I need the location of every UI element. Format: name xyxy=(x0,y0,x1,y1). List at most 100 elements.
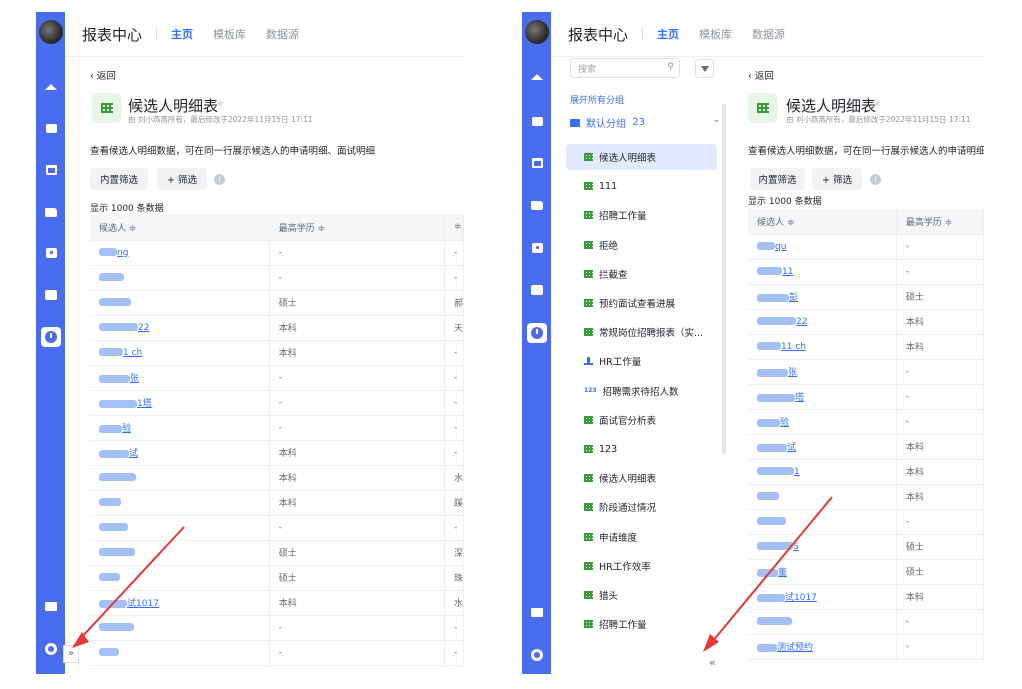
table-row[interactable]: 董硕士 xyxy=(748,559,984,585)
col-third[interactable]: ≑ xyxy=(444,215,464,241)
candidate-name[interactable] xyxy=(90,265,270,291)
tree-item[interactable]: 拦截查 xyxy=(566,261,717,287)
col-education[interactable]: 最高学历 ≑ xyxy=(896,209,984,235)
tree-item[interactable]: 招聘工作量 xyxy=(566,611,717,637)
tree-item[interactable]: HR工作效率 xyxy=(566,553,717,579)
table-row[interactable]: 验- xyxy=(748,409,984,435)
candidate-name[interactable]: 试1017 xyxy=(748,584,897,610)
candidate-name[interactable] xyxy=(90,565,270,591)
tree-item[interactable]: 招聘工作量 xyxy=(566,202,717,228)
table-row[interactable]: 本科水 xyxy=(90,465,464,491)
people-icon[interactable] xyxy=(41,118,61,138)
col-education[interactable]: 最高学历 ≑ xyxy=(269,215,445,241)
tree-item[interactable]: 111 xyxy=(566,173,717,199)
candidate-name[interactable]: 试 xyxy=(748,434,897,460)
table-row[interactable]: 本科 xyxy=(748,484,984,510)
candidate-name[interactable]: ng xyxy=(90,240,270,266)
tree-item[interactable]: 预约面试查看进展 xyxy=(566,290,717,316)
avatar[interactable] xyxy=(525,20,549,44)
star-icon[interactable]: ★ xyxy=(215,97,225,110)
home-icon[interactable] xyxy=(41,77,61,97)
expand-sidebar-button[interactable]: » xyxy=(63,645,79,663)
filter-button[interactable] xyxy=(695,59,714,78)
settings-icon[interactable] xyxy=(41,639,61,659)
candidate-name[interactable]: 11 ch xyxy=(748,334,897,360)
candidate-name[interactable]: 1塔 xyxy=(90,390,270,416)
table-row[interactable]: 硕士珠 xyxy=(90,565,464,591)
tree-item[interactable]: 候选人明细表 xyxy=(566,465,717,491)
tree-item[interactable]: 猎头 xyxy=(566,582,717,608)
candidate-name[interactable]: 1 ch xyxy=(90,340,270,366)
tree-item[interactable]: 123 招聘需求待招人数 xyxy=(566,378,717,404)
table-row[interactable]: -- xyxy=(90,615,464,641)
calendar-icon[interactable] xyxy=(41,160,61,180)
candidate-name[interactable]: 22 xyxy=(748,309,897,335)
avatar[interactable] xyxy=(39,20,63,44)
info-icon[interactable]: i xyxy=(870,174,881,185)
candidate-name[interactable]: 测试预约 xyxy=(748,634,897,660)
table-row[interactable]: ng - - xyxy=(90,240,464,266)
table-row[interactable]: -- xyxy=(90,265,464,291)
table-row[interactable]: - xyxy=(748,509,984,535)
star-icon[interactable]: ★ xyxy=(872,97,882,110)
tree-item[interactable]: 阶段通过情况 xyxy=(566,494,717,520)
candidate-name[interactable]: qu xyxy=(748,234,897,260)
candidate-name[interactable] xyxy=(90,490,270,516)
monitor-icon[interactable] xyxy=(41,596,61,616)
candidate-name[interactable]: 塔 xyxy=(748,384,897,410)
candidate-name[interactable]: 11 xyxy=(748,259,897,285)
tree-item[interactable]: 候选人明细表 xyxy=(566,144,717,170)
table-row[interactable]: 塔- xyxy=(748,384,984,410)
col-candidate[interactable]: 候选人 ≑ xyxy=(90,215,270,241)
candidate-name[interactable]: S xyxy=(748,534,897,560)
candidate-name[interactable] xyxy=(748,484,897,510)
tab-home[interactable]: 主页 xyxy=(657,26,679,42)
add-filter-button[interactable]: + 筛选 xyxy=(812,168,862,190)
tab-templates[interactable]: 模板库 xyxy=(699,26,732,42)
monitor-icon[interactable] xyxy=(527,602,547,622)
table-row[interactable]: 试1017 本科水 xyxy=(90,590,464,616)
table-row[interactable]: qu - xyxy=(748,234,984,260)
tab-datasource[interactable]: 数据源 xyxy=(752,26,785,42)
tab-templates[interactable]: 模板库 xyxy=(213,26,246,42)
table-row[interactable]: 本科蹊 xyxy=(90,490,464,516)
candidate-name[interactable] xyxy=(90,640,270,666)
back-link[interactable]: ‹ 返回 xyxy=(748,68,774,82)
search-input[interactable]: 搜索 ⚲ xyxy=(570,58,680,78)
candidate-name[interactable] xyxy=(90,540,270,566)
table-row[interactable]: 测试预约 - xyxy=(748,634,984,660)
inner-filter-button[interactable]: 内置筛选 xyxy=(750,168,805,190)
table-row[interactable]: 1塔 - - xyxy=(90,390,464,416)
candidate-name[interactable]: 22 xyxy=(90,315,270,341)
table-row[interactable]: 试本科 - xyxy=(90,440,464,466)
table-row[interactable]: 试1017 本科 xyxy=(748,584,984,610)
people-icon[interactable] xyxy=(527,111,547,131)
id-card-icon[interactable] xyxy=(41,285,61,305)
report-clock-icon[interactable] xyxy=(527,323,547,343)
table-row[interactable]: 硕士深 xyxy=(90,540,464,566)
tree-item[interactable]: 拒绝 xyxy=(566,232,717,258)
sidebar-scrollbar[interactable] xyxy=(722,104,726,454)
id-card-icon[interactable] xyxy=(527,280,547,300)
table-row[interactable]: 11 ch 本科 xyxy=(748,334,984,360)
table-row[interactable]: 11- xyxy=(748,259,984,285)
home-icon[interactable] xyxy=(527,67,547,87)
candidate-name[interactable] xyxy=(748,509,897,535)
candidate-name[interactable]: 试 xyxy=(90,440,270,466)
tree-item[interactable]: 123 xyxy=(566,436,717,462)
table-row[interactable]: 1 ch 本科 - xyxy=(90,340,464,366)
tab-home[interactable]: 主页 xyxy=(171,26,193,42)
expand-all-groups[interactable]: 展开所有分组 xyxy=(570,93,624,106)
col-candidate[interactable]: 候选人 ≑ xyxy=(748,209,897,235)
settings-icon[interactable] xyxy=(527,645,547,665)
table-row[interactable]: 22 本科天 xyxy=(90,315,464,341)
candidate-name[interactable] xyxy=(748,609,897,635)
table-row[interactable]: -- xyxy=(90,515,464,541)
candidate-name[interactable]: 验 xyxy=(748,409,897,435)
table-row[interactable]: 验-- xyxy=(90,415,464,441)
folder-icon[interactable] xyxy=(527,195,547,215)
info-icon[interactable]: i xyxy=(214,174,225,185)
tree-item[interactable]: 常规岗位招聘报表（实... xyxy=(566,319,717,345)
candidate-name[interactable]: 张 xyxy=(90,365,270,391)
candidate-name[interactable]: 试1017 xyxy=(90,590,270,616)
